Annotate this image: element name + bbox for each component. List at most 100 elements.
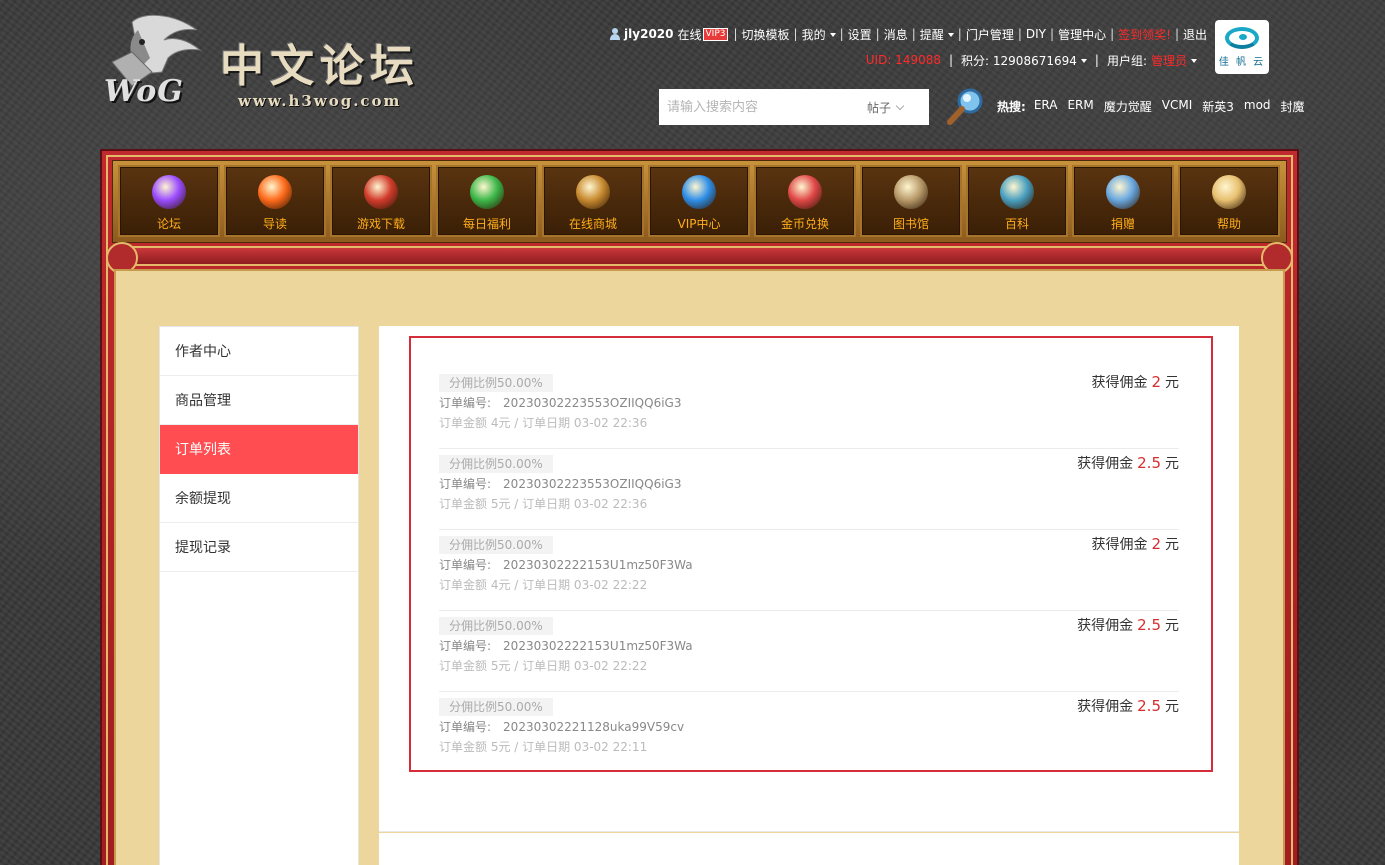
cloud-logo-text: 佳 帆 云 bbox=[1218, 56, 1266, 68]
search-input[interactable] bbox=[659, 89, 867, 125]
cloud-partner-logo[interactable]: 佳 帆 云 bbox=[1215, 20, 1269, 74]
chevron-down-icon bbox=[895, 101, 905, 110]
logout-link[interactable]: 退出 bbox=[1183, 26, 1207, 43]
user-toolbar: jly2020 在线 VIP3 | 切换模板 | 我的 | 设置 | 消息 | … bbox=[609, 25, 1207, 43]
nav-item-forum[interactable]: 论坛 bbox=[118, 165, 220, 237]
search-scope-select[interactable]: 帖子 bbox=[867, 99, 929, 116]
nav-item-vip[interactable]: VIP中心 bbox=[648, 165, 750, 237]
nav-item-coin-exchange[interactable]: 金币兑换 bbox=[754, 165, 856, 237]
caret-down-icon bbox=[947, 33, 954, 37]
commission-amount: 获得佣金 2 元 bbox=[1091, 373, 1179, 391]
points-menu[interactable]: 积分: 12908671694 bbox=[961, 52, 1087, 69]
author-sidebar: 作者中心 商品管理 订单列表 余额提现 提现记录 bbox=[159, 326, 359, 865]
commission-ratio: 分佣比例50.00% bbox=[439, 698, 553, 716]
order-item: 分佣比例50.00% 订单编号: 20230302222153U1mz50F3Wa… bbox=[439, 611, 1179, 692]
reminders-menu[interactable]: 提醒 bbox=[920, 26, 954, 43]
order-number: 订单编号: 20230302223553OZIIQQ6iG3 bbox=[439, 396, 682, 410]
book-icon bbox=[1000, 175, 1034, 209]
settings-link[interactable]: 设置 bbox=[848, 26, 872, 43]
site-logo[interactable]: WoG 中文论坛 www.h3wog.com bbox=[102, 12, 432, 110]
nav-item-guide[interactable]: 导读 bbox=[224, 165, 326, 237]
commission-amount: 获得佣金 2.5 元 bbox=[1077, 697, 1179, 715]
help-icon bbox=[1212, 175, 1246, 209]
portal-admin-link[interactable]: 门户管理 bbox=[966, 26, 1014, 43]
scroll-icon bbox=[894, 175, 928, 209]
gift-icon bbox=[470, 175, 504, 209]
download-icon bbox=[364, 175, 398, 209]
sidebar-item-withdraw-records[interactable]: 提现记录 bbox=[160, 523, 358, 572]
order-number: 订单编号: 20230302222153U1mz50F3Wa bbox=[439, 639, 693, 653]
vip-badge[interactable]: VIP3 bbox=[702, 27, 729, 41]
caret-down-icon bbox=[1080, 59, 1087, 63]
cloud-logo-icon bbox=[1225, 26, 1259, 49]
online-status: 在线 bbox=[677, 27, 702, 42]
order-item: 分佣比例50.00% 订单编号: 20230302222153U1mz50F3Wa… bbox=[439, 530, 1179, 611]
commission-ratio: 分佣比例50.00% bbox=[439, 536, 553, 554]
sidebar-item-order-list[interactable]: 订单列表 bbox=[160, 425, 358, 474]
commission-amount: 获得佣金 2.5 元 bbox=[1077, 616, 1179, 634]
user-group-label: 用户组: bbox=[1106, 53, 1147, 68]
my-menu[interactable]: 我的 bbox=[802, 26, 836, 43]
hot-search-item[interactable]: VCMI bbox=[1162, 98, 1192, 115]
order-list: 分佣比例50.00% 订单编号: 20230302223553OZIIQQ6iG3… bbox=[409, 336, 1213, 772]
order-item: 分佣比例50.00% 订单编号: 20230302223553OZIIQQ6iG3… bbox=[439, 449, 1179, 530]
messages-link[interactable]: 消息 bbox=[884, 26, 908, 43]
nav-item-library[interactable]: 图书馆 bbox=[860, 165, 962, 237]
order-meta: 订单金额 4元 / 订单日期 03-02 22:36 bbox=[439, 416, 648, 430]
hot-search-item[interactable]: ERM bbox=[1067, 98, 1093, 115]
user-group-menu[interactable]: 管理员 bbox=[1151, 52, 1197, 69]
order-item: 分佣比例50.00% 订单编号: 20230302221128uka99V59cv… bbox=[439, 692, 1179, 773]
order-number: 订单编号: 20230302221128uka99V59cv bbox=[439, 720, 685, 734]
diy-link[interactable]: DIY bbox=[1026, 27, 1046, 41]
nav-item-shop[interactable]: 在线商城 bbox=[542, 165, 644, 237]
nav-item-help[interactable]: 帮助 bbox=[1178, 165, 1280, 237]
logo-wog-mark: WoG bbox=[104, 74, 184, 109]
panel-footer-area bbox=[379, 833, 1239, 865]
uid-value: UID: 149088 bbox=[865, 53, 941, 67]
logo-title: 中文论坛 bbox=[220, 41, 420, 92]
guide-icon bbox=[258, 175, 292, 209]
hot-search-item[interactable]: 新英3 bbox=[1202, 98, 1234, 115]
username-link[interactable]: jly2020 bbox=[609, 27, 674, 41]
switch-template-link[interactable]: 切换模板 bbox=[742, 26, 790, 43]
vip-orb-icon bbox=[682, 175, 716, 209]
order-number: 订单编号: 20230302223553OZIIQQ6iG3 bbox=[439, 477, 682, 491]
search-box: 帖子 bbox=[659, 89, 929, 125]
hot-search-item[interactable]: 封魔 bbox=[1281, 98, 1305, 115]
hot-search-item[interactable]: 魔力觉醒 bbox=[1104, 98, 1152, 115]
commission-ratio: 分佣比例50.00% bbox=[439, 617, 553, 635]
caret-down-icon bbox=[829, 33, 836, 37]
order-meta: 订单金额 5元 / 订单日期 03-02 22:22 bbox=[439, 659, 648, 673]
caret-down-icon bbox=[1191, 59, 1197, 63]
cards-icon bbox=[1106, 175, 1140, 209]
checkin-reward-link[interactable]: 签到领奖! bbox=[1118, 26, 1171, 43]
hot-search-item[interactable]: mod bbox=[1244, 98, 1271, 115]
order-number: 订单编号: 20230302222153U1mz50F3Wa bbox=[439, 558, 693, 572]
nav-item-wiki[interactable]: 百科 bbox=[966, 165, 1068, 237]
sidebar-item-withdraw[interactable]: 余额提现 bbox=[160, 474, 358, 523]
forum-icon bbox=[152, 175, 186, 209]
commission-ratio: 分佣比例50.00% bbox=[439, 374, 553, 392]
coin-icon bbox=[788, 175, 822, 209]
order-item: 分佣比例50.00% 订单编号: 20230302223553OZIIQQ6iG3… bbox=[439, 368, 1179, 449]
decorative-ribbon bbox=[106, 242, 1293, 274]
commission-amount: 获得佣金 2 元 bbox=[1091, 535, 1179, 553]
sidebar-item-author-center[interactable]: 作者中心 bbox=[160, 327, 358, 376]
user-stats-bar: UID: 149088 | 积分: 12908671694 | 用户组: 管理员 bbox=[866, 52, 1197, 68]
admin-center-link[interactable]: 管理中心 bbox=[1058, 26, 1106, 43]
logo-url: www.h3wog.com bbox=[238, 92, 402, 110]
order-list-panel: 分佣比例50.00% 订单编号: 20230302223553OZIIQQ6iG3… bbox=[379, 326, 1239, 832]
search-icon[interactable] bbox=[946, 86, 988, 126]
nav-item-donate[interactable]: 捐赠 bbox=[1072, 165, 1174, 237]
order-meta: 订单金额 5元 / 订单日期 03-02 22:11 bbox=[439, 740, 648, 754]
commission-ratio: 分佣比例50.00% bbox=[439, 455, 553, 473]
shop-icon bbox=[576, 175, 610, 209]
order-meta: 订单金额 4元 / 订单日期 03-02 22:22 bbox=[439, 578, 648, 592]
hot-searches: 热搜: ERA ERM 魔力觉醒 VCMI 新英3 mod 封魔 bbox=[997, 98, 1315, 115]
sidebar-item-product-management[interactable]: 商品管理 bbox=[160, 376, 358, 425]
nav-item-downloads[interactable]: 游戏下载 bbox=[330, 165, 432, 237]
hot-search-item[interactable]: ERA bbox=[1034, 98, 1058, 115]
nav-item-daily-bonus[interactable]: 每日福利 bbox=[436, 165, 538, 237]
hot-search-label: 热搜: bbox=[997, 100, 1026, 114]
user-icon bbox=[609, 28, 621, 40]
